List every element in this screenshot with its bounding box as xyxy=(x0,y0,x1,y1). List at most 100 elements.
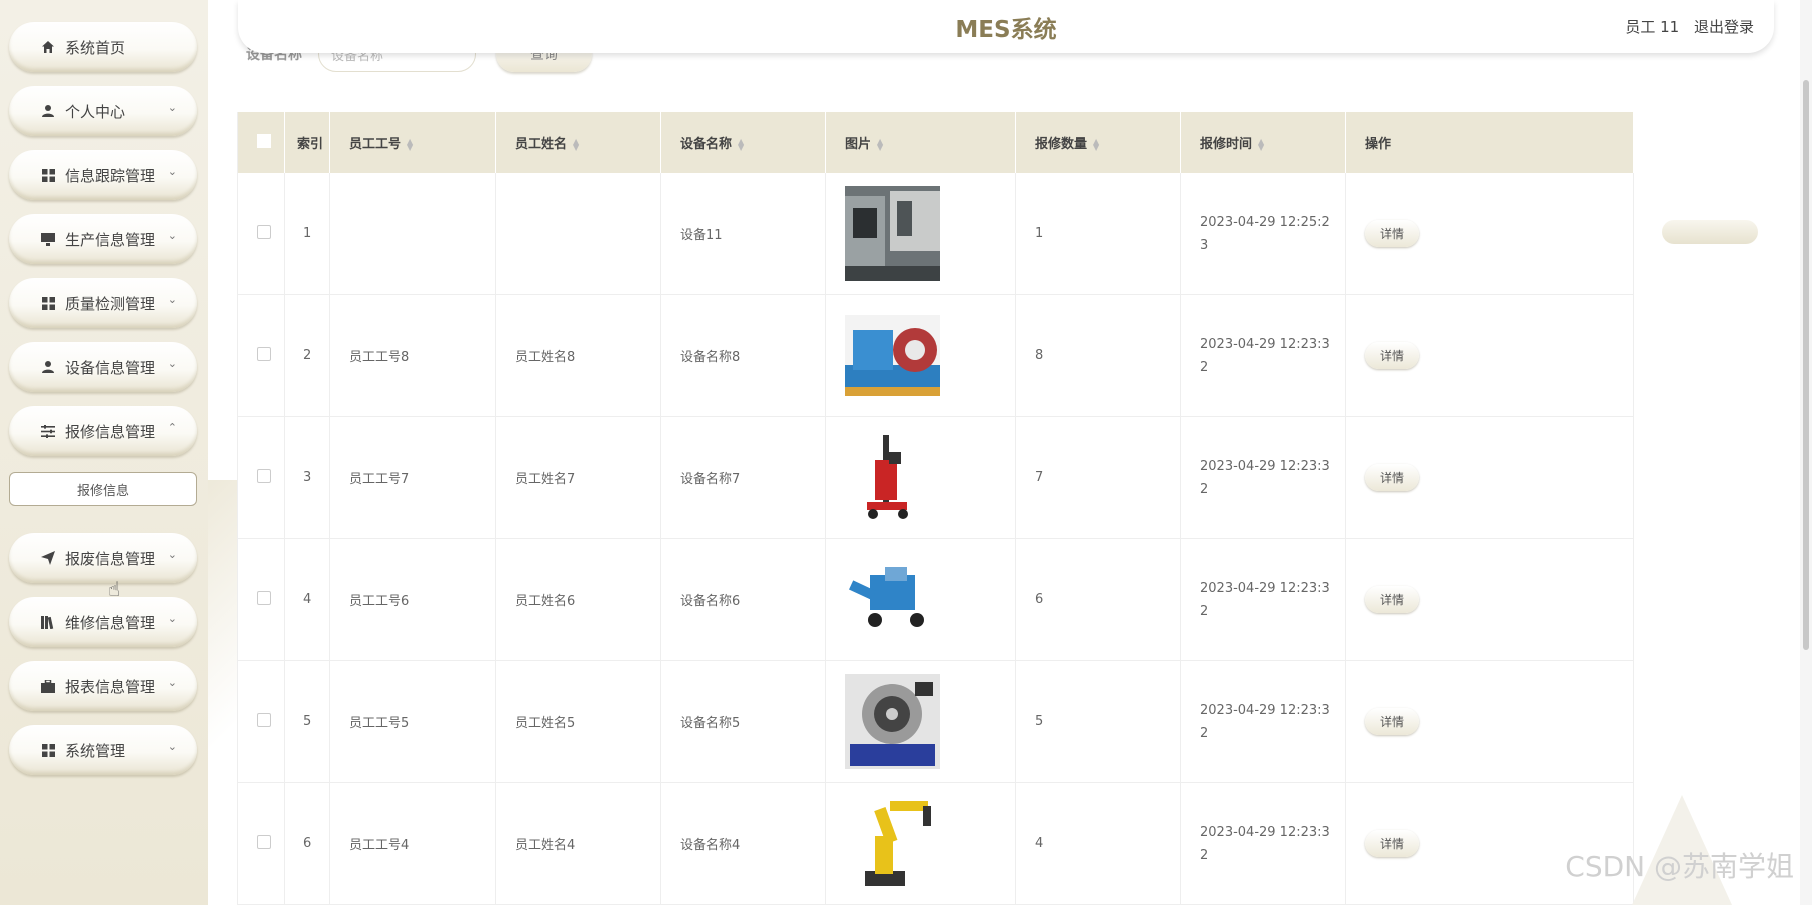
col-label: 报修数量 xyxy=(1035,137,1088,152)
detail-button[interactable]: 详情 xyxy=(1365,342,1420,369)
detail-button[interactable]: 详情 xyxy=(1365,220,1420,247)
row-checkbox[interactable] xyxy=(257,712,271,727)
table-header-row: 索引 员工工号 ▲ ▼ 员工姓名 ▲ ▼ 设备名称 ▲ ▼ 图片 ▲ ▼ 报修数量 ▲ ▼ 报修时间… xyxy=(237,112,1634,173)
col-label: 员工姓名 xyxy=(515,137,568,152)
row-checkbox[interactable] xyxy=(257,346,271,361)
cell-emp-name: 员工姓名5 xyxy=(495,660,661,783)
chevron-down-icon: ⌄ xyxy=(167,229,177,242)
sidebar-item-scrap[interactable]: 报废信息管理 ⌄ xyxy=(9,533,197,583)
scrollbar-thumb[interactable] xyxy=(1803,80,1809,650)
sidebar-item-repair-report[interactable]: 报修信息管理 ⌃ xyxy=(9,406,197,456)
chevron-down-icon: ⌄ xyxy=(167,676,177,689)
user-icon xyxy=(39,358,57,376)
detail-button[interactable]: 详情 xyxy=(1365,830,1420,857)
scrollbar[interactable] xyxy=(1800,0,1812,905)
sidebar-item-quality[interactable]: 质量检测管理 ⌄ xyxy=(9,278,197,328)
col-label: 图片 xyxy=(845,137,872,152)
sidebar-item-label: 系统管理 xyxy=(65,741,126,760)
table-row: 1 设备11 1 2023-04-29 12:25:23 详情 xyxy=(237,173,1634,295)
detail-button[interactable]: 详情 xyxy=(1365,586,1420,613)
col-image[interactable]: 图片 ▲ ▼ xyxy=(825,112,1016,173)
cell-qty: 1 xyxy=(1015,173,1181,295)
cell-emp-no xyxy=(329,173,496,295)
chevron-down-icon: ⌄ xyxy=(167,612,177,625)
device-photo-shot-blaster xyxy=(845,564,940,635)
cell-index: 4 xyxy=(284,538,330,661)
cell-image xyxy=(825,173,1016,295)
cell-action: 详情 xyxy=(1345,416,1634,539)
table-row: 3 员工工号7 员工姓名7 设备名称7 7 2023-04-29 12:23:3… xyxy=(237,416,1634,539)
device-photo-spring-machine xyxy=(845,674,940,769)
row-checkbox[interactable] xyxy=(257,834,271,849)
select-all-checkbox[interactable] xyxy=(257,133,271,148)
sidebar-item-home[interactable]: 系统首页 xyxy=(9,22,197,72)
col-label: 设备名称 xyxy=(680,137,733,152)
sort-icon[interactable]: ▲ ▼ xyxy=(573,137,579,151)
device-photo-forklift xyxy=(845,430,940,525)
side-pill-button[interactable] xyxy=(1662,220,1758,244)
book-icon xyxy=(39,613,57,631)
device-photo-welding-positioner xyxy=(845,315,940,396)
sort-icon[interactable]: ▲ ▼ xyxy=(407,137,413,151)
time-text: 2023-04-29 12:23:32 xyxy=(1200,702,1330,741)
cell-qty: 6 xyxy=(1015,538,1181,661)
sidebar-item-tracking[interactable]: 信息跟踪管理 ⌄ xyxy=(9,150,197,200)
cell-qty: 4 xyxy=(1015,782,1181,905)
row-checkbox[interactable] xyxy=(257,590,271,605)
cell-device: 设备11 xyxy=(660,173,826,295)
cell-emp-no: 员工工号4 xyxy=(329,782,496,905)
time-text: 2023-04-29 12:23:32 xyxy=(1200,458,1330,497)
sidebar-item-label: 报表信息管理 xyxy=(65,677,156,696)
grid-icon xyxy=(39,166,57,184)
repair-table: 索引 员工工号 ▲ ▼ 员工姓名 ▲ ▼ 设备名称 ▲ ▼ 图片 ▲ ▼ 报修数量 ▲ ▼ 报修时间… xyxy=(237,112,1634,905)
monitor-icon xyxy=(39,230,57,248)
col-time[interactable]: 报修时间 ▲ ▼ xyxy=(1180,112,1346,173)
col-emp-no[interactable]: 员工工号 ▲ ▼ xyxy=(329,112,496,173)
sidebar-item-label: 质量检测管理 xyxy=(65,294,156,313)
current-user: 员工 11 xyxy=(1625,18,1680,36)
row-select-cell[interactable] xyxy=(237,416,285,539)
cell-image xyxy=(825,538,1016,661)
sort-icon[interactable]: ▲ ▼ xyxy=(1258,137,1264,151)
sidebar-item-production[interactable]: 生产信息管理 ⌄ xyxy=(9,214,197,264)
detail-button[interactable]: 详情 xyxy=(1365,708,1420,735)
sidebar-item-label: 系统首页 xyxy=(65,38,126,57)
sidebar-item-device[interactable]: 设备信息管理 ⌄ xyxy=(9,342,197,392)
row-select-cell[interactable] xyxy=(237,173,285,295)
row-select-cell[interactable] xyxy=(237,660,285,783)
row-select-cell[interactable] xyxy=(237,538,285,661)
col-emp-name[interactable]: 员工姓名 ▲ ▼ xyxy=(495,112,661,173)
cell-action: 详情 xyxy=(1345,173,1634,295)
select-all-cell[interactable] xyxy=(237,112,285,173)
table-row: 4 员工工号6 员工姓名6 设备名称6 6 2023-04-29 12:23:3… xyxy=(237,538,1634,661)
row-select-cell[interactable] xyxy=(237,294,285,417)
col-qty[interactable]: 报修数量 ▲ ▼ xyxy=(1015,112,1181,173)
row-checkbox[interactable] xyxy=(257,468,271,483)
sidebar-subitem-label: 报修信息 xyxy=(76,483,129,499)
cell-time: 2023-04-29 12:25:23 xyxy=(1180,173,1346,295)
sidebar-item-reports[interactable]: 报表信息管理 ⌄ xyxy=(9,661,197,711)
time-text: 2023-04-29 12:23:32 xyxy=(1200,824,1330,863)
cell-emp-name: 员工姓名4 xyxy=(495,782,661,905)
sidebar-item-system[interactable]: 系统管理 ⌄ xyxy=(9,725,197,775)
cell-time: 2023-04-29 12:23:32 xyxy=(1180,660,1346,783)
briefcase-icon xyxy=(39,677,57,695)
col-device[interactable]: 设备名称 ▲ ▼ xyxy=(660,112,826,173)
detail-button[interactable]: 详情 xyxy=(1365,464,1420,491)
sidebar-subitem-repair-info[interactable]: 报修信息 xyxy=(9,472,197,506)
sort-icon[interactable]: ▲ ▼ xyxy=(877,137,883,151)
row-select-cell[interactable] xyxy=(237,782,285,905)
sidebar-item-personal[interactable]: 个人中心 ⌄ xyxy=(9,86,197,136)
time-text: 2023-04-29 12:23:32 xyxy=(1200,580,1330,619)
row-checkbox[interactable] xyxy=(257,224,271,239)
sidebar-item-maintenance[interactable]: 维修信息管理 ⌄ xyxy=(9,597,197,647)
logout-link[interactable]: 退出登录 xyxy=(1694,18,1754,36)
sidebar-item-label: 报修信息管理 xyxy=(65,422,156,441)
cell-index: 6 xyxy=(284,782,330,905)
sort-icon[interactable]: ▲ ▼ xyxy=(738,137,744,151)
cell-action: 详情 xyxy=(1345,782,1634,905)
sidebar-item-label: 信息跟踪管理 xyxy=(65,166,156,185)
sort-icon[interactable]: ▲ ▼ xyxy=(1093,137,1099,151)
cell-device: 设备名称4 xyxy=(660,782,826,905)
table-row: 5 员工工号5 员工姓名5 设备名称5 5 2023-04-29 12:23:3… xyxy=(237,660,1634,783)
